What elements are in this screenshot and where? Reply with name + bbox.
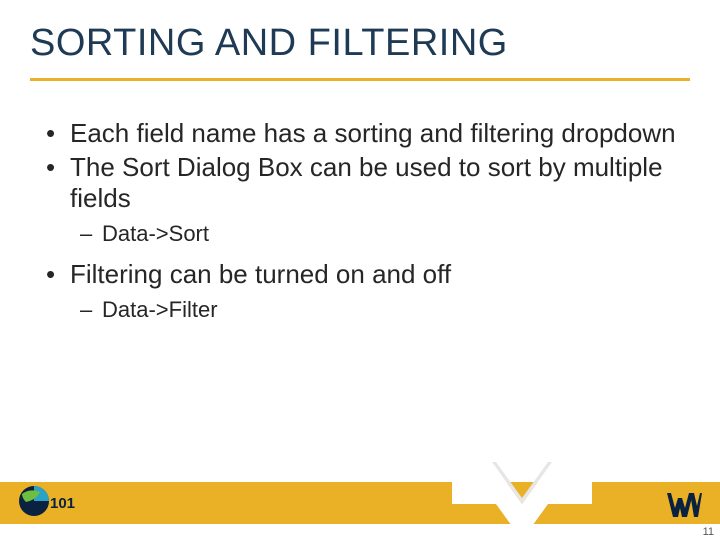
bullet-item: The Sort Dialog Box can be used to sort … (40, 152, 680, 215)
sub-bullet-item: Data->Sort (40, 219, 680, 249)
footer-bar (0, 482, 720, 524)
bullet-item: Filtering can be turned on and off (40, 259, 680, 291)
slide-title: SORTING AND FILTERING (30, 22, 690, 65)
sub-bullet-item: Data->Filter (40, 295, 680, 325)
course-logo-icon: 101 (16, 484, 76, 518)
footer-white-strip (0, 524, 720, 540)
wvu-logo-icon (666, 490, 702, 520)
slide-body: Each field name has a sorting and filter… (40, 118, 680, 334)
page-number: 11 (703, 526, 714, 538)
chevron-decoration (452, 462, 592, 540)
bullet-item: Each field name has a sorting and filter… (40, 118, 680, 150)
slide-footer: 101 11 (0, 462, 720, 540)
svg-text:101: 101 (50, 495, 75, 512)
slide: SORTING AND FILTERING Each field name ha… (0, 0, 720, 540)
title-underline (30, 78, 690, 81)
